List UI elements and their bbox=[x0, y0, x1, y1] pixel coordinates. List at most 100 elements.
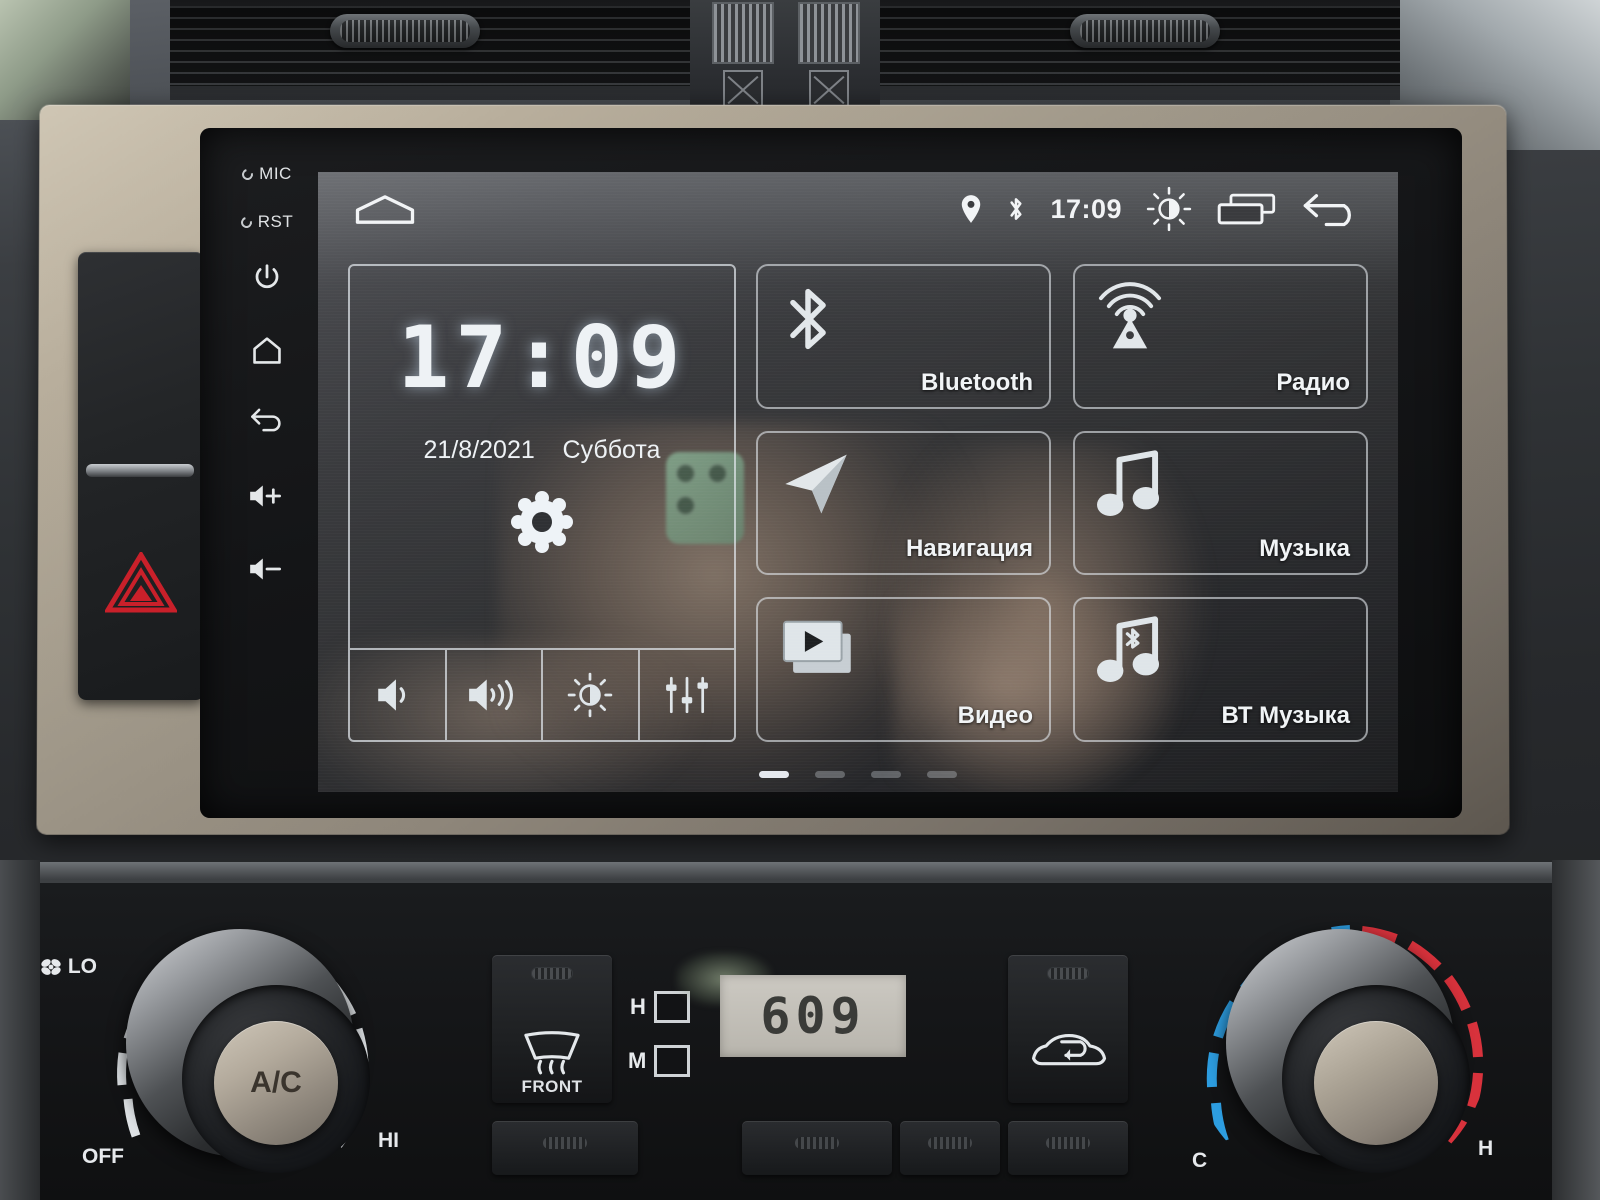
tile-music[interactable]: Музыка bbox=[1073, 431, 1368, 576]
grille-slot-left bbox=[712, 2, 774, 64]
button-grip bbox=[531, 967, 573, 980]
volume-high-icon bbox=[466, 675, 522, 715]
location-status bbox=[960, 194, 982, 224]
fan-lo-text: LO bbox=[68, 955, 97, 978]
head-unit-key-column: MIC RST bbox=[222, 150, 312, 800]
back-icon bbox=[249, 405, 285, 435]
status-bar: 17:09 bbox=[318, 172, 1398, 246]
tile-video[interactable]: Видео bbox=[756, 597, 1051, 742]
fan-lo-label: LO bbox=[40, 955, 97, 979]
volume-up-key[interactable] bbox=[222, 482, 312, 515]
dashboard-scene: MIC RST 17:09 17:09 21/8/2021 Суббота Bl… bbox=[0, 0, 1600, 1200]
recirculation-car-icon bbox=[1027, 1023, 1109, 1071]
tile-bt-music[interactable]: ВТ Музыка bbox=[1073, 597, 1368, 742]
equalizer-button[interactable] bbox=[640, 650, 735, 740]
button-grip bbox=[928, 1137, 972, 1149]
page-indicator bbox=[318, 771, 1398, 778]
quick-controls-bar bbox=[350, 648, 734, 740]
grille-x-right bbox=[809, 70, 849, 108]
power-icon bbox=[252, 262, 282, 292]
page-dot-3[interactable] bbox=[871, 771, 901, 778]
defrost-label: FRONT bbox=[521, 1077, 582, 1097]
statusbar-home-button[interactable] bbox=[352, 192, 418, 226]
page-dot-1[interactable] bbox=[759, 771, 789, 778]
recents-button[interactable] bbox=[1216, 189, 1278, 229]
navigation-arrow-icon bbox=[780, 449, 852, 524]
vent-knob-left[interactable] bbox=[330, 14, 480, 48]
temperature-knob-cap[interactable] bbox=[1314, 1021, 1438, 1145]
tile-bluetooth[interactable]: Bluetooth bbox=[756, 264, 1051, 409]
reset-key[interactable]: RST bbox=[222, 212, 312, 232]
tile-label: Музыка bbox=[1259, 535, 1350, 563]
mode-m-label: M bbox=[628, 1048, 646, 1074]
power-key[interactable] bbox=[222, 262, 312, 297]
video-play-icon bbox=[780, 615, 856, 686]
clock-widget[interactable]: 17:09 21/8/2021 Суббота bbox=[348, 264, 736, 742]
settings-shortcut[interactable] bbox=[350, 491, 734, 558]
home-icon bbox=[352, 192, 418, 226]
center-speaker-grille bbox=[690, 0, 880, 112]
volume-low-icon bbox=[373, 675, 421, 715]
statusbar-clock: 17:09 bbox=[1050, 194, 1122, 225]
hazard-trim-panel bbox=[78, 252, 204, 700]
hazard-button[interactable] bbox=[105, 552, 177, 619]
location-pin-icon bbox=[960, 194, 982, 224]
volume-up-button[interactable] bbox=[447, 650, 544, 740]
tile-navigation[interactable]: Навигация bbox=[756, 431, 1051, 576]
home-icon bbox=[250, 335, 284, 365]
climate-button-4[interactable] bbox=[1008, 1121, 1128, 1175]
bluetooth-status bbox=[1006, 194, 1026, 224]
recents-icon bbox=[1216, 189, 1278, 229]
equalizer-icon bbox=[664, 674, 710, 716]
home-key[interactable] bbox=[222, 335, 312, 370]
volume-down-icon bbox=[247, 555, 287, 583]
music-note-icon bbox=[1097, 449, 1163, 526]
fan-off-label: OFF bbox=[82, 1145, 124, 1169]
climate-button-3[interactable] bbox=[900, 1121, 1000, 1175]
temperature-hot-label: H bbox=[1478, 1137, 1493, 1161]
fan-speed-knob[interactable]: A/C LO OFF HI bbox=[90, 893, 390, 1193]
brightness-icon bbox=[1146, 186, 1192, 232]
climate-button-2[interactable] bbox=[742, 1121, 892, 1175]
android-screen[interactable]: 17:09 17:09 21/8/2021 Суббота Bluetooth … bbox=[318, 172, 1398, 792]
app-tile-grid: Bluetooth Радио Навигация Музыка Видео В… bbox=[756, 264, 1368, 742]
temperature-knob[interactable]: C H bbox=[1190, 893, 1490, 1193]
button-grip bbox=[1046, 1137, 1090, 1149]
button-grip bbox=[543, 1137, 587, 1149]
console-side-left bbox=[0, 860, 40, 1200]
clock-date: 21/8/2021 bbox=[424, 436, 535, 464]
back-key[interactable] bbox=[222, 405, 312, 440]
vent-knob-right[interactable] bbox=[1070, 14, 1220, 48]
radio-tower-icon bbox=[1097, 282, 1163, 359]
bluetooth-icon bbox=[780, 282, 836, 361]
defrost-front-button[interactable]: FRONT bbox=[492, 955, 612, 1103]
tile-radio[interactable]: Радио bbox=[1073, 264, 1368, 409]
button-grip bbox=[1047, 967, 1089, 980]
bluetooth-icon bbox=[1006, 194, 1026, 224]
console-side-right bbox=[1552, 860, 1600, 1200]
brightness-button[interactable] bbox=[543, 650, 640, 740]
fan-hi-label: HI bbox=[378, 1129, 399, 1153]
mode-row-m[interactable]: M bbox=[628, 1045, 690, 1077]
brightness-icon bbox=[567, 672, 613, 718]
climate-display: 609 bbox=[720, 975, 906, 1057]
reset-dot-icon bbox=[239, 215, 254, 230]
windshield-defrost-icon bbox=[519, 1029, 585, 1077]
fan-icon bbox=[40, 957, 62, 977]
page-dot-2[interactable] bbox=[815, 771, 845, 778]
back-button[interactable] bbox=[1302, 189, 1364, 229]
mic-indicator: MIC bbox=[222, 164, 312, 184]
grille-slot-right bbox=[798, 2, 860, 64]
temperature-knob-ring bbox=[1226, 929, 1454, 1157]
volume-down-key[interactable] bbox=[222, 555, 312, 588]
bluetooth-music-icon bbox=[1097, 615, 1163, 692]
tile-label: Видео bbox=[958, 702, 1033, 730]
ac-button[interactable]: A/C bbox=[214, 1021, 338, 1145]
tile-label: ВТ Музыка bbox=[1221, 702, 1350, 730]
recirculation-button[interactable] bbox=[1008, 955, 1128, 1103]
climate-button-1[interactable] bbox=[492, 1121, 638, 1175]
volume-down-button[interactable] bbox=[350, 650, 447, 740]
back-arrow-icon bbox=[1302, 189, 1364, 229]
page-dot-4[interactable] bbox=[927, 771, 957, 778]
brightness-button[interactable] bbox=[1146, 186, 1192, 232]
